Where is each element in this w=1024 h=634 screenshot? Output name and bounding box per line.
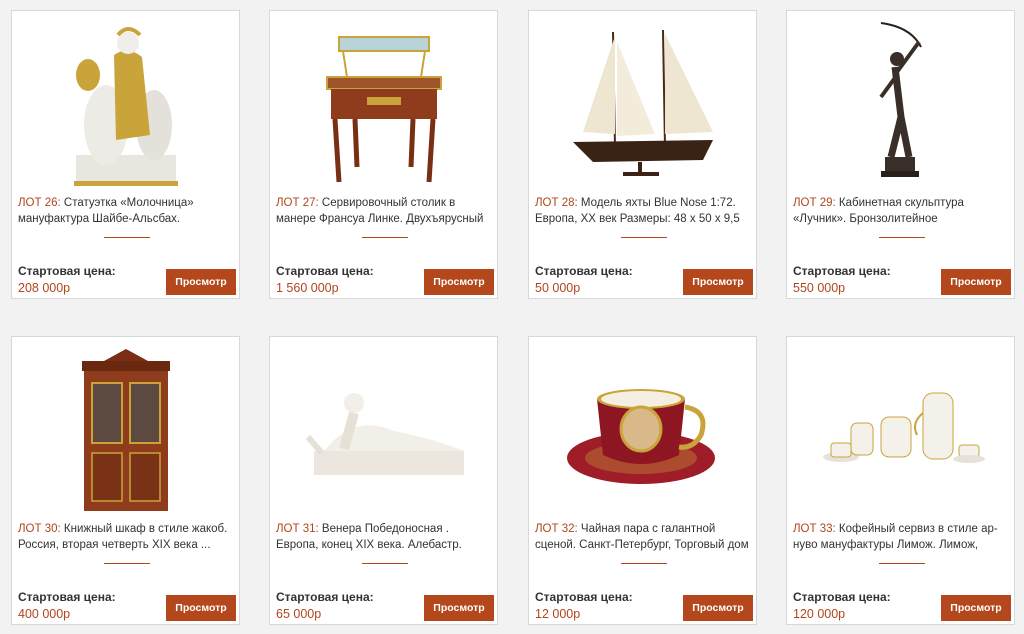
start-price: 65 000р [276,607,322,621]
porcelain-figurine-image[interactable] [12,11,239,193]
start-price-label: Стартовая цена: [276,264,374,278]
lot-card[interactable]: ЛОТ 28: Модель яхты Blue Nose 1:72. Евро… [528,10,757,299]
divider [621,563,667,564]
start-price: 12 000р [535,607,581,621]
lot-card[interactable]: ЛОТ 31: Венера Победоносная . Европа, ко… [269,336,498,625]
view-button[interactable]: Просмотр [941,269,1011,295]
start-price-label: Стартовая цена: [535,264,633,278]
divider [879,237,925,238]
start-price-label: Стартовая цена: [793,264,891,278]
divider [879,563,925,564]
view-button[interactable]: Просмотр [941,595,1011,621]
lot-description[interactable]: ЛОТ 31: Венера Победоносная . Европа, ко… [276,521,491,553]
start-price-label: Стартовая цена: [18,264,116,278]
start-price-label: Стартовая цена: [793,590,891,604]
venus-sculpture-image[interactable] [270,337,497,519]
lot-description[interactable]: ЛОТ 33: Кофейный сервиз в стиле ар-нуво … [793,521,1008,553]
lot-card[interactable]: ЛОТ 29: Кабинетная скульптура «Лучник». … [786,10,1015,299]
view-button[interactable]: Просмотр [683,595,753,621]
lot-card[interactable]: ЛОТ 30: Книжный шкаф в стиле жакоб. Росс… [11,336,240,625]
start-price: 550 000р [793,281,846,295]
view-button[interactable]: Просмотр [166,595,236,621]
view-button[interactable]: Просмотр [424,595,494,621]
lot-number: ЛОТ 29: [793,197,836,209]
divider [621,237,667,238]
lot-description[interactable]: ЛОТ 26: Статуэтка «Молочница» мануфактур… [18,195,233,227]
divider [362,237,408,238]
start-price: 50 000р [535,281,581,295]
divider [362,563,408,564]
lot-description[interactable]: ЛОТ 32: Чайная пара с галантной сценой. … [535,521,750,553]
lot-number: ЛОТ 31: [276,523,319,535]
start-price-label: Стартовая цена: [535,590,633,604]
divider [104,237,150,238]
view-button[interactable]: Просмотр [166,269,236,295]
lot-card[interactable]: ЛОТ 26: Статуэтка «Молочница» мануфактур… [11,10,240,299]
lot-description[interactable]: ЛОТ 28: Модель яхты Blue Nose 1:72. Евро… [535,195,750,227]
lot-card[interactable]: ЛОТ 27: Сервировочный столик в манере Фр… [269,10,498,299]
lot-number: ЛОТ 30: [18,523,61,535]
tea-cup-image[interactable] [529,337,756,519]
yacht-model-image[interactable] [529,11,756,193]
lot-number: ЛОТ 33: [793,523,836,535]
bookcase-image[interactable] [12,337,239,519]
view-button[interactable]: Просмотр [683,269,753,295]
coffee-set-image[interactable] [787,337,1014,519]
lot-number: ЛОТ 27: [276,197,319,209]
lot-card[interactable]: ЛОТ 33: Кофейный сервиз в стиле ар-нуво … [786,336,1015,625]
lot-description[interactable]: ЛОТ 27: Сервировочный столик в манере Фр… [276,195,491,227]
start-price: 208 000р [18,281,71,295]
view-button[interactable]: Просмотр [424,269,494,295]
lot-description[interactable]: ЛОТ 29: Кабинетная скульптура «Лучник». … [793,195,1008,227]
serving-table-image[interactable] [270,11,497,193]
lot-description[interactable]: ЛОТ 30: Книжный шкаф в стиле жакоб. Росс… [18,521,233,553]
archer-sculpture-image[interactable] [787,11,1014,193]
lot-number: ЛОТ 28: [535,197,578,209]
lot-number: ЛОТ 32: [535,523,578,535]
divider [104,563,150,564]
lot-card[interactable]: ЛОТ 32: Чайная пара с галантной сценой. … [528,336,757,625]
start-price-label: Стартовая цена: [18,590,116,604]
start-price: 120 000р [793,607,846,621]
lot-number: ЛОТ 26: [18,197,61,209]
start-price: 400 000р [18,607,71,621]
start-price: 1 560 000р [276,281,339,295]
start-price-label: Стартовая цена: [276,590,374,604]
